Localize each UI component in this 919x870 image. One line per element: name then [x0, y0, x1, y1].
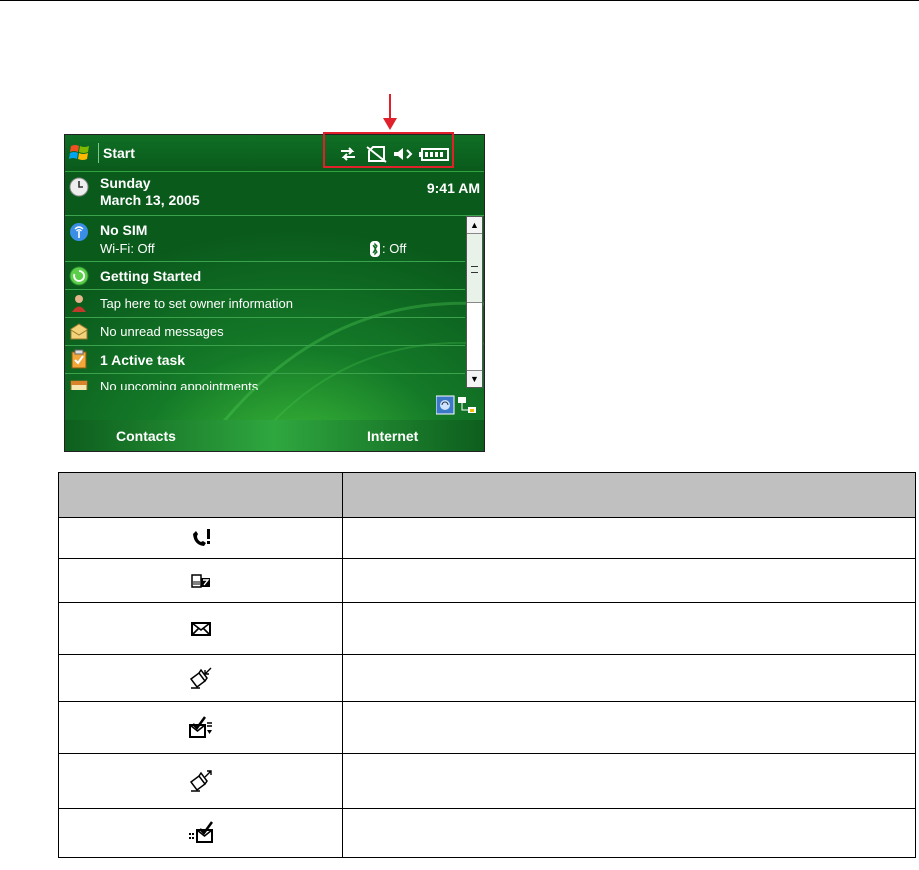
scroll-grip — [471, 266, 478, 273]
receiving-email-icon — [188, 715, 212, 738]
getting-started-label: Getting Started — [100, 268, 202, 284]
time-label: 9:41 AM — [426, 180, 480, 196]
page-top-rule — [0, 0, 919, 1]
scroll-up-button[interactable]: ▲ — [467, 217, 482, 234]
day-label: Sunday — [100, 175, 151, 191]
bluetooth-status: : Off — [382, 241, 407, 256]
table-cell — [342, 558, 916, 603]
owner-info-label: Tap here to set owner information — [100, 296, 293, 311]
owner-icon — [72, 295, 86, 312]
sim-status: No SIM — [100, 222, 148, 238]
date-row[interactable]: Sunday March 13, 2005 9:41 AM — [65, 171, 484, 216]
sending-email-icon — [188, 821, 213, 843]
table-cell — [342, 753, 916, 809]
table-cell — [342, 517, 916, 559]
table-row — [58, 808, 916, 858]
icon-legend-table — [58, 472, 916, 858]
icon-column-header — [58, 472, 343, 518]
scroll-down-button[interactable]: ▼ — [467, 370, 482, 387]
scroll-thumb[interactable] — [467, 234, 482, 303]
device-screen: Start Sunday March 13, 2005 9:41 AM No S… — [64, 134, 485, 452]
title-separator — [98, 143, 99, 163]
clock-icon — [69, 177, 89, 197]
messages-label: No unread messages — [100, 324, 224, 339]
envelope-icon — [70, 323, 88, 340]
task-icon — [71, 349, 87, 369]
today-scrollbar[interactable]: ▲ ▼ — [466, 216, 483, 388]
table-cell — [342, 701, 916, 754]
sms-notification-icon — [190, 573, 210, 588]
description-column-header — [342, 472, 916, 518]
antenna-icon — [70, 223, 88, 241]
connection-row[interactable]: No SIM Wi-Fi: Off : Off — [65, 216, 465, 262]
calendar-icon — [70, 380, 88, 390]
table-cell — [342, 654, 916, 702]
table-cell — [342, 602, 916, 655]
windows-start-icon[interactable] — [69, 142, 91, 164]
activesync-icon — [436, 395, 455, 415]
outgoing-message-icon — [189, 770, 212, 792]
getting-started-icon — [69, 266, 89, 286]
table-cell — [342, 808, 916, 858]
messages-row[interactable]: No unread messages — [65, 318, 465, 346]
network-icon — [458, 397, 476, 413]
table-row — [58, 558, 916, 603]
callout-arrow — [383, 94, 397, 130]
bluetooth-icon — [370, 241, 380, 257]
table-row — [58, 602, 916, 655]
table-row — [58, 753, 916, 809]
appointments-row[interactable]: No upcoming appointments — [65, 374, 465, 390]
start-menu-label[interactable]: Start — [103, 145, 135, 161]
status-icons-highlight-box — [323, 132, 454, 168]
table-row — [58, 654, 916, 702]
incoming-message-icon — [189, 667, 211, 689]
tasks-row[interactable]: 1 Active task — [65, 346, 465, 374]
softkey-bar: Contacts Internet — [65, 420, 484, 451]
date-label: March 13, 2005 — [100, 192, 200, 208]
wifi-status: Wi-Fi: Off — [100, 241, 155, 256]
table-row — [58, 701, 916, 754]
tasks-label: 1 Active task — [100, 352, 186, 368]
missed-call-icon — [192, 529, 210, 546]
owner-info-row[interactable]: Tap here to set owner information — [65, 290, 465, 318]
contacts-softkey[interactable]: Contacts — [116, 428, 176, 444]
internet-softkey[interactable]: Internet — [367, 428, 418, 444]
appointments-label: No upcoming appointments — [100, 379, 259, 390]
table-row — [58, 517, 916, 559]
getting-started-row[interactable]: Getting Started — [65, 262, 465, 290]
new-email-icon — [190, 621, 211, 636]
system-tray-icons[interactable] — [436, 395, 478, 415]
table-header-row — [58, 472, 916, 518]
